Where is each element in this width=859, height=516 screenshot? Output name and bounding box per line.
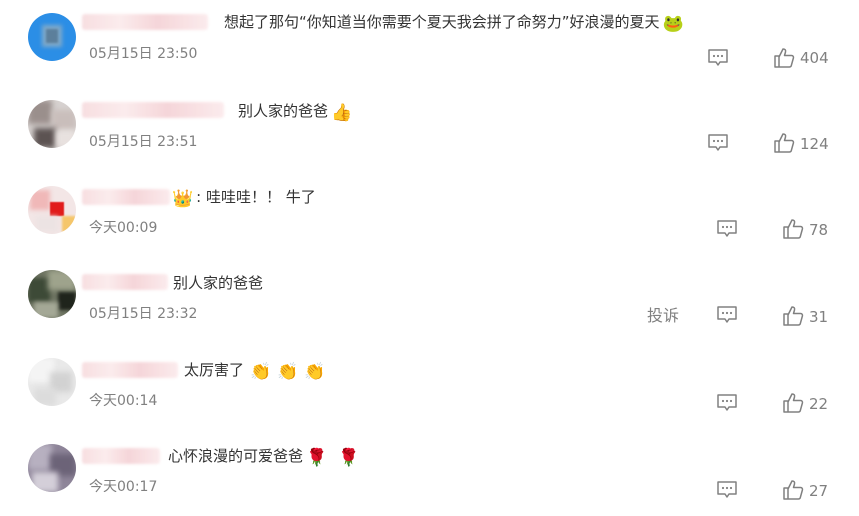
username[interactable] bbox=[82, 448, 160, 464]
comment-time: 今天00:14 bbox=[89, 393, 158, 409]
reply-icon[interactable] bbox=[716, 219, 738, 239]
thumbs-up-outline-icon[interactable] bbox=[782, 305, 804, 327]
comment-time: 今天00:17 bbox=[89, 479, 158, 495]
comment-time: 05月15日 23:50 bbox=[89, 46, 198, 62]
username[interactable] bbox=[82, 14, 208, 30]
avatar[interactable] bbox=[28, 358, 76, 406]
thumbs-up-outline-icon[interactable] bbox=[782, 218, 804, 240]
thumbs-up-outline-icon[interactable] bbox=[782, 392, 804, 414]
clap-emoji: 👏 bbox=[250, 362, 272, 382]
comment-text: 太厉害了 👏 👏 👏 bbox=[184, 360, 329, 382]
comment-text-content: : 哇哇哇！！ 牛了 bbox=[196, 188, 316, 206]
comment-text: 别人家的爸爸 bbox=[173, 273, 263, 293]
comment-item: 想起了那句“你知道当你需要个夏天我会拼了命努力”好浪漫的夏天 🐸 05月15日 2… bbox=[0, 0, 859, 86]
comment-item: 别人家的爸爸 👍 05月15日 23:51 124 bbox=[0, 86, 859, 172]
comment-text-content: 别人家的爸爸 bbox=[238, 102, 329, 120]
comment-text: 别人家的爸爸 👍 bbox=[238, 101, 355, 123]
comment-text: 心怀浪漫的可爱爸爸 🌹 🌹 bbox=[168, 446, 362, 468]
comment-item: 太厉害了 👏 👏 👏 今天00:14 22 bbox=[0, 344, 859, 430]
avatar[interactable] bbox=[28, 100, 76, 148]
username[interactable] bbox=[82, 362, 178, 378]
avatar[interactable] bbox=[28, 186, 76, 234]
comment-text-content: 心怀浪漫的可爱爸爸 bbox=[168, 447, 304, 465]
clap-emoji: 👏 bbox=[277, 362, 299, 382]
reply-icon[interactable] bbox=[716, 393, 738, 413]
reply-icon[interactable] bbox=[716, 305, 738, 325]
comment-item: 别人家的爸爸 05月15日 23:32 投诉 31 bbox=[0, 258, 859, 344]
clap-emoji: 👏 bbox=[304, 362, 326, 382]
reply-icon[interactable] bbox=[707, 133, 729, 153]
crown-emoji: 👑 bbox=[172, 189, 194, 209]
comment-time: 05月15日 23:51 bbox=[89, 134, 198, 150]
like-count: 31 bbox=[809, 308, 829, 326]
like-count: 78 bbox=[809, 221, 829, 239]
username[interactable] bbox=[82, 189, 170, 205]
comment-text: 想起了那句“你知道当你需要个夏天我会拼了命努力”好浪漫的夏天 🐸 bbox=[224, 12, 687, 34]
thumbs-up-outline-icon[interactable] bbox=[773, 47, 795, 69]
rose-emoji: 🌹 bbox=[306, 448, 328, 468]
rose-emoji: 🌹 bbox=[338, 448, 360, 468]
like-count: 22 bbox=[809, 395, 829, 413]
avatar[interactable] bbox=[28, 444, 76, 492]
like-count: 27 bbox=[809, 482, 829, 500]
username[interactable] bbox=[82, 274, 168, 290]
avatar[interactable] bbox=[28, 13, 76, 61]
avatar[interactable] bbox=[28, 270, 76, 318]
report-button[interactable]: 投诉 bbox=[647, 306, 679, 326]
reply-icon[interactable] bbox=[707, 48, 729, 68]
comment-item: 心怀浪漫的可爱爸爸 🌹 🌹 今天00:17 27 bbox=[0, 430, 859, 516]
frog-emoji: 🐸 bbox=[662, 14, 684, 34]
thumbs-up-emoji: 👍 bbox=[331, 103, 353, 123]
comment-time: 今天00:09 bbox=[89, 220, 158, 236]
thumbs-up-outline-icon[interactable] bbox=[773, 132, 795, 154]
like-count: 404 bbox=[800, 49, 829, 67]
thumbs-up-outline-icon[interactable] bbox=[782, 479, 804, 501]
comment-item: 👑: 哇哇哇！！ 牛了 今天00:09 78 bbox=[0, 172, 859, 258]
like-count: 124 bbox=[800, 135, 829, 153]
comment-text: 👑: 哇哇哇！！ 牛了 bbox=[172, 187, 316, 209]
comment-text-content: 想起了那句“你知道当你需要个夏天我会拼了命努力”好浪漫的夏天 bbox=[224, 13, 660, 31]
comment-text-content: 别人家的爸爸 bbox=[173, 274, 264, 292]
comment-time: 05月15日 23:32 bbox=[89, 306, 198, 322]
username[interactable] bbox=[82, 102, 224, 118]
reply-icon[interactable] bbox=[716, 480, 738, 500]
comment-text-content: 太厉害了 bbox=[184, 361, 245, 379]
